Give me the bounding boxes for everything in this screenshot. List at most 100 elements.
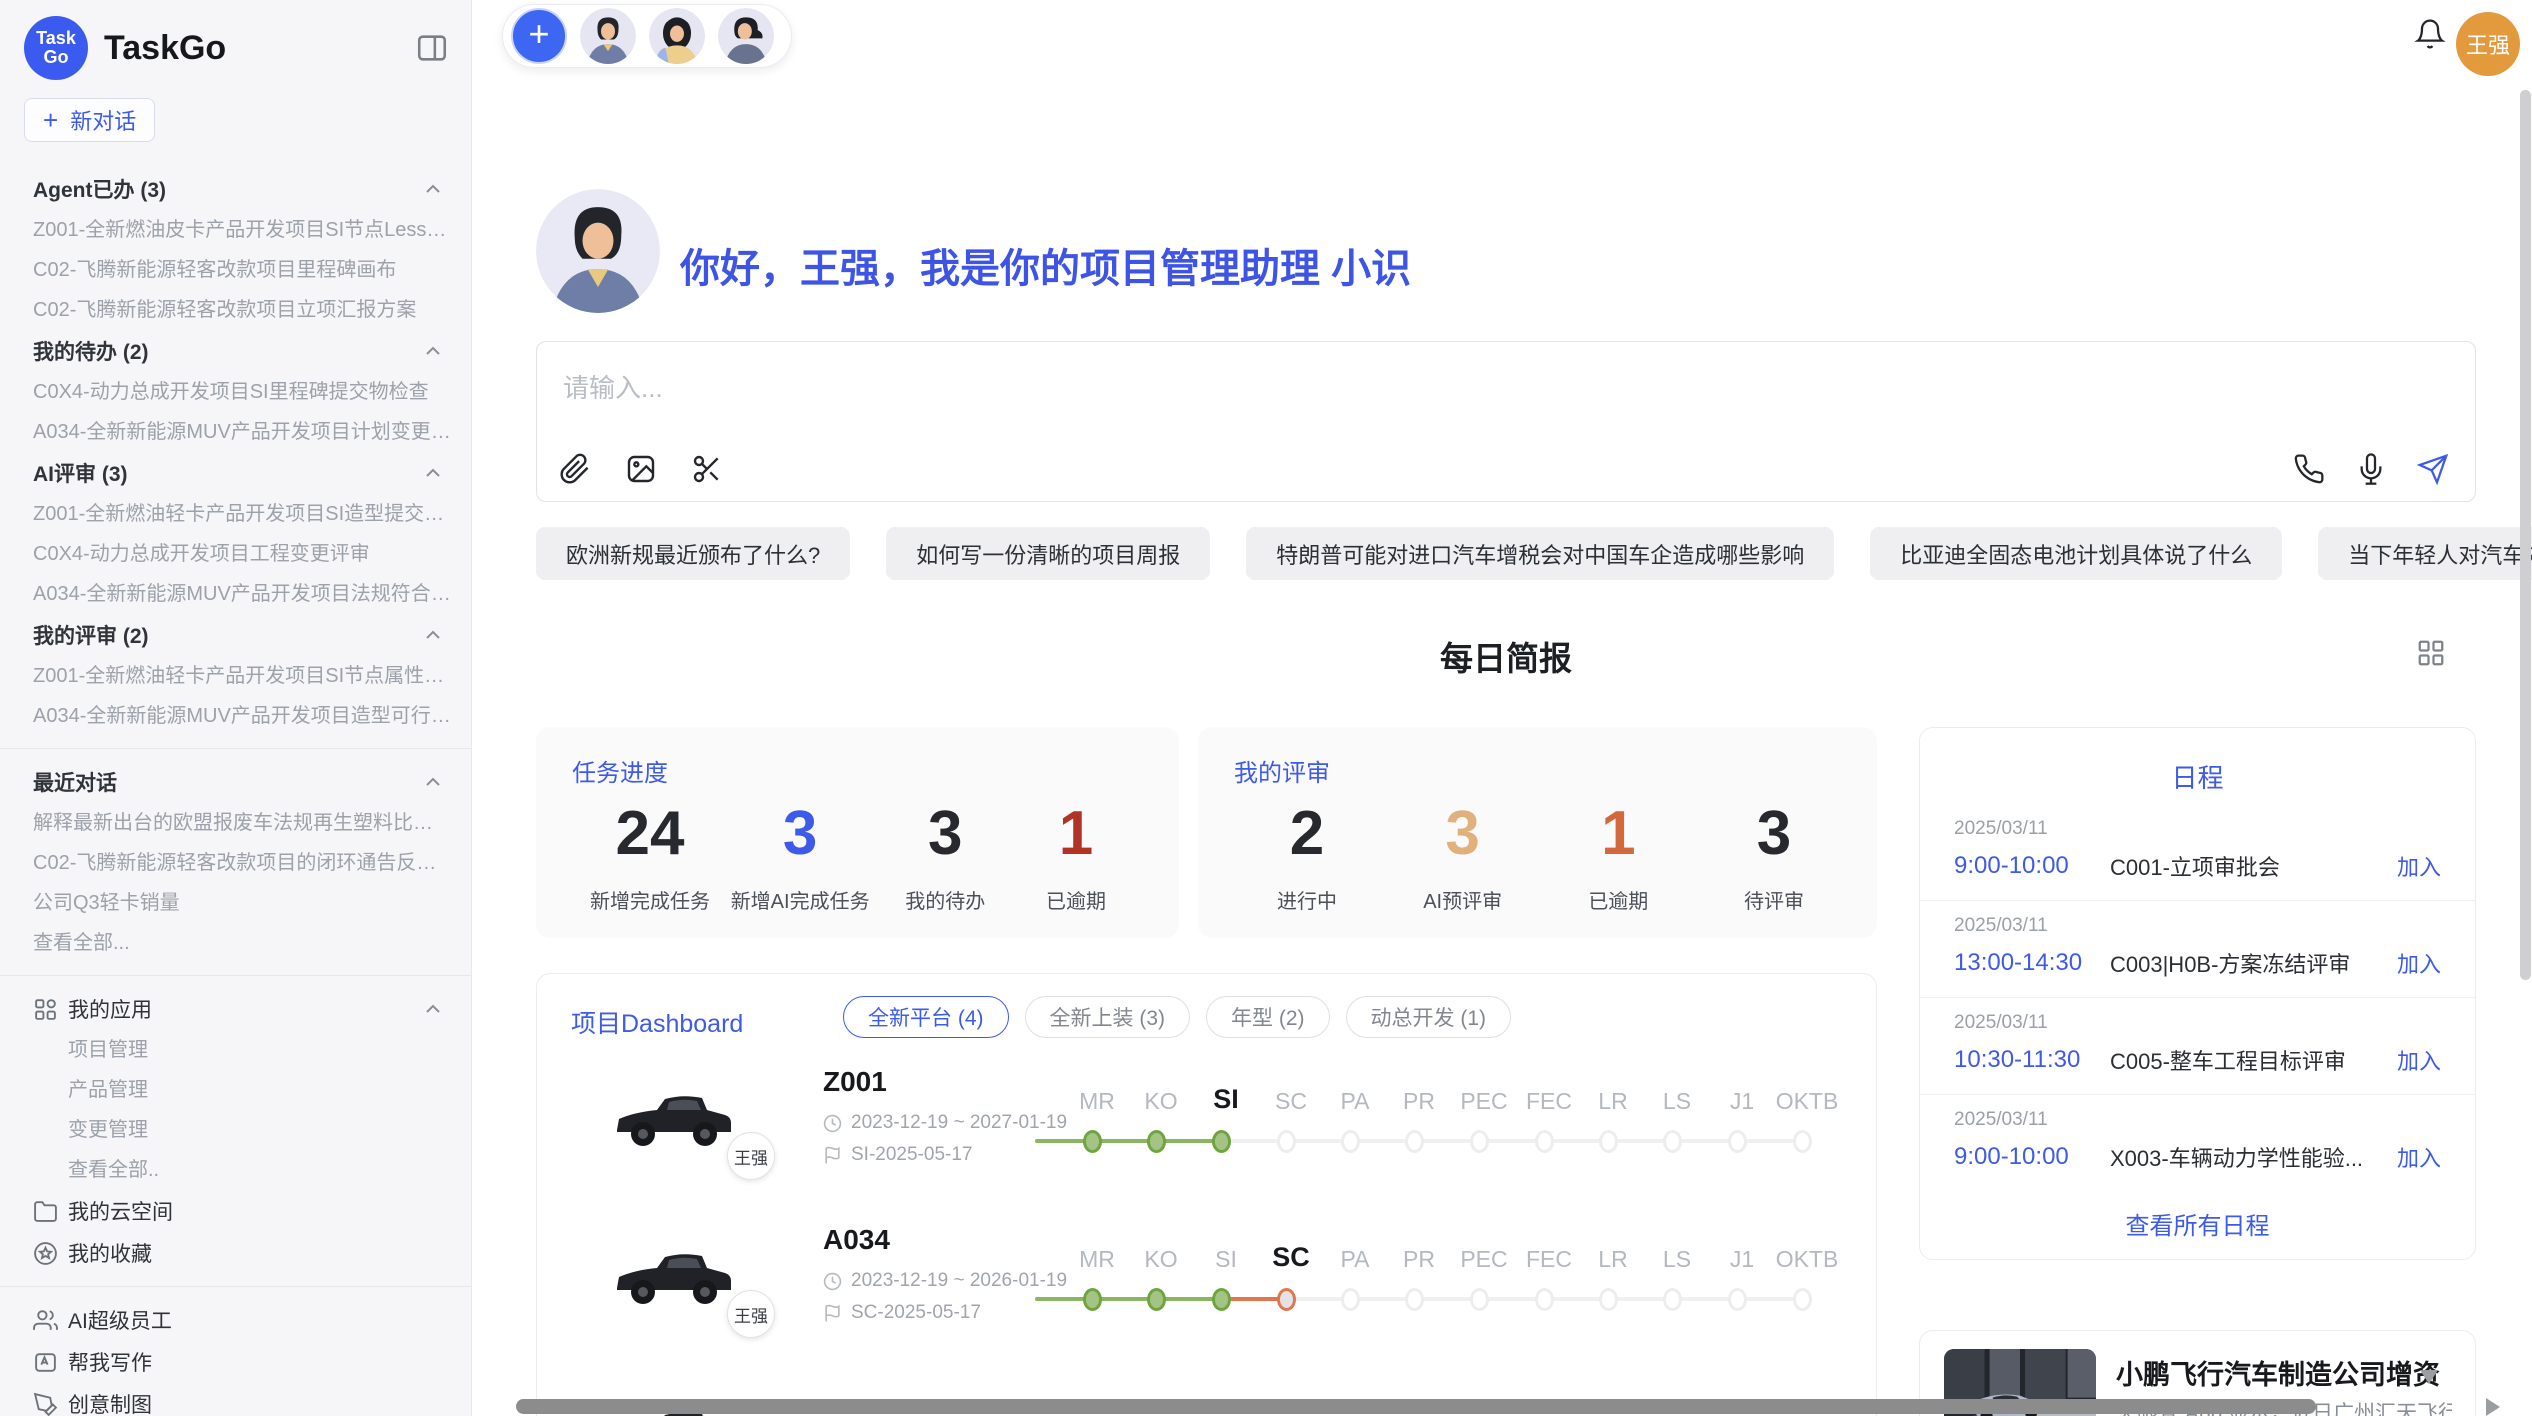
project-name[interactable]: A034 (823, 1224, 890, 1256)
join-meeting-link[interactable]: 加入 (2397, 1044, 2441, 1076)
schedule-item[interactable]: 2025/03/11 9:00-10:00 C001-立项审批会 加入 (1920, 804, 2475, 901)
sidebar-item-creative-draw[interactable]: 创意制图 (0, 1383, 471, 1416)
join-meeting-link[interactable]: 加入 (2397, 947, 2441, 979)
recent-chat-item[interactable]: C02-飞腾新能源轻客改款项目的闭环通告反馈情况 (0, 843, 471, 883)
sidebar-item[interactable]: A034-全新新能源MUV产品开发项目造型可行性评审 (0, 696, 471, 736)
milestone-node-current[interactable] (1212, 1130, 1231, 1153)
agent-avatar-1[interactable] (580, 8, 636, 64)
app-logo[interactable]: Task Go (24, 16, 88, 80)
section-header-agent-done[interactable]: Agent已办 (3) (0, 168, 471, 210)
project-name[interactable]: Z001 (823, 1066, 887, 1098)
milestone-node-done[interactable] (1147, 1288, 1166, 1311)
suggestion-chip[interactable]: 当下年轻人对汽车外观有怎样的喜好趋势 (2318, 527, 2532, 580)
user-avatar[interactable]: 王强 (2456, 12, 2520, 76)
sidebar-item[interactable]: C02-飞腾新能源轻客改款项目里程碑画布 (0, 250, 471, 290)
milestone-node-pending[interactable] (1599, 1130, 1618, 1153)
milestone-node-pending[interactable] (1663, 1288, 1682, 1311)
schedule-item[interactable]: 2025/03/11 10:30-11:30 C005-整车工程目标评审 加入 (1920, 998, 2475, 1095)
phone-icon[interactable] (2293, 453, 2325, 485)
sidebar-item-ai-super-staff[interactable]: AI超级员工 (0, 1299, 471, 1341)
task-progress-card: 任务进度 24 新增完成任务 3 新增AI完成任务 3 我的待办 1 已逾期 (536, 727, 1179, 938)
milestone-node-pending[interactable] (1341, 1288, 1360, 1311)
milestone-node-pending[interactable] (1277, 1130, 1296, 1153)
scissors-icon[interactable] (691, 453, 723, 485)
scroll-right-arrow-icon[interactable] (2486, 1398, 2500, 1416)
suggestion-chip[interactable]: 特朗普可能对进口汽车增税会对中国车企造成哪些影响 (1246, 527, 1834, 580)
suggestion-chip[interactable]: 比亚迪全固态电池计划具体说了什么 (1870, 527, 2282, 580)
new-chat-button[interactable]: + 新对话 (24, 98, 155, 142)
chat-input[interactable] (561, 364, 1965, 412)
sidebar-item[interactable]: A034-全新新能源MUV产品开发项目法规符合性评审 (0, 574, 471, 614)
milestone-node-pending[interactable] (1728, 1130, 1747, 1153)
sidebar-item-cloud-space[interactable]: 我的云空间 (0, 1190, 471, 1232)
vertical-scrollbar[interactable] (2520, 90, 2531, 980)
section-header-my-review[interactable]: 我的评审 (2) (0, 614, 471, 656)
suggestion-chip[interactable]: 如何写一份清晰的项目周报 (886, 527, 1210, 580)
sidebar-item[interactable]: Z001-全新燃油轻卡产品开发项目SI造型提交物评审 (0, 494, 471, 534)
suggestion-chip[interactable]: 欧洲新规最近颁布了什么? (536, 527, 850, 580)
milestone-node-pending[interactable] (1793, 1130, 1812, 1153)
view-all-schedule-link[interactable]: 查看所有日程 (1920, 1206, 2475, 1241)
recent-chat-item[interactable]: 公司Q3轻卡销量 (0, 883, 471, 923)
milestone-node-pending[interactable] (1470, 1288, 1489, 1311)
filter-new-body[interactable]: 全新上装 (3) (1025, 996, 1191, 1038)
agent-avatar-2[interactable] (649, 8, 705, 64)
microphone-icon[interactable] (2355, 453, 2387, 485)
project-owner-badge[interactable]: 王强 (727, 1132, 775, 1180)
sidebar-item[interactable]: Z001-全新燃油皮卡产品开发项目SI节点Lesson Learn报告 (0, 210, 471, 250)
sidebar-item[interactable]: C0X4-动力总成开发项目工程变更评审 (0, 534, 471, 574)
star-icon (33, 1241, 58, 1266)
milestone-node-pending[interactable] (1599, 1288, 1618, 1311)
project-vehicle-image (607, 1074, 737, 1164)
milestone-node-overdue[interactable] (1277, 1288, 1296, 1311)
milestone-node-done[interactable] (1147, 1130, 1166, 1153)
view-all-chats-link[interactable]: 查看全部... (0, 923, 471, 963)
sidebar-item[interactable]: C0X4-动力总成开发项目SI里程碑提交物检查 (0, 372, 471, 412)
section-header-recent-chats[interactable]: 最近对话 (0, 761, 471, 803)
scroll-down-arrow-icon[interactable] (2420, 1370, 2438, 1384)
sidebar-item[interactable]: A034-全新新能源MUV产品开发项目计划变更表编写 (0, 412, 471, 452)
filter-model-year[interactable]: 年型 (2) (1206, 996, 1330, 1038)
schedule-item[interactable]: 2025/03/11 9:00-10:00 X003-车辆动力学性能验... 加… (1920, 1095, 2475, 1191)
add-agent-button[interactable]: + (511, 8, 567, 64)
schedule-time: 13:00-14:30 (1954, 949, 2110, 977)
attachment-icon[interactable] (559, 453, 591, 485)
milestone-node-pending[interactable] (1405, 1288, 1424, 1311)
milestone-node-pending[interactable] (1405, 1130, 1424, 1153)
layout-grid-icon[interactable] (2416, 638, 2446, 668)
sidebar-item-my-apps[interactable]: 我的应用 (0, 988, 471, 1030)
milestone-node-pending[interactable] (1535, 1288, 1554, 1311)
milestone-node-pending[interactable] (1535, 1130, 1554, 1153)
milestone-node-done[interactable] (1212, 1288, 1231, 1311)
join-meeting-link[interactable]: 加入 (2397, 850, 2441, 882)
milestone-node-done[interactable] (1083, 1130, 1102, 1153)
view-all-apps-link[interactable]: 查看全部.. (0, 1150, 471, 1190)
app-link-product-mgmt[interactable]: 产品管理 (0, 1070, 471, 1110)
milestone-node-done[interactable] (1083, 1288, 1102, 1311)
section-header-my-todo[interactable]: 我的待办 (2) (0, 330, 471, 372)
recent-chat-item[interactable]: 解释最新出台的欧盟报废车法规再生塑料比例被调至15%... (0, 803, 471, 843)
milestone-node-pending[interactable] (1470, 1130, 1489, 1153)
sidebar-item-help-write[interactable]: 帮我写作 (0, 1341, 471, 1383)
sidebar-item-favorites[interactable]: 我的收藏 (0, 1232, 471, 1274)
sidebar-item[interactable]: C02-飞腾新能源轻客改款项目立项汇报方案 (0, 290, 471, 330)
agent-avatar-3[interactable] (718, 8, 774, 64)
app-link-project-mgmt[interactable]: 项目管理 (0, 1030, 471, 1070)
milestone-node-pending[interactable] (1728, 1288, 1747, 1311)
filter-powertrain[interactable]: 动总开发 (1) (1346, 996, 1512, 1038)
join-meeting-link[interactable]: 加入 (2397, 1141, 2441, 1173)
section-header-ai-review[interactable]: AI评审 (3) (0, 452, 471, 494)
milestone-node-pending[interactable] (1341, 1130, 1360, 1153)
milestone-node-pending[interactable] (1793, 1288, 1812, 1311)
image-icon[interactable] (625, 453, 657, 485)
app-link-change-mgmt[interactable]: 变更管理 (0, 1110, 471, 1150)
filter-all-new-platform[interactable]: 全新平台 (4) (843, 996, 1009, 1038)
project-owner-badge[interactable]: 王强 (727, 1290, 775, 1338)
sidebar-collapse-icon[interactable] (415, 31, 449, 65)
schedule-item[interactable]: 2025/03/11 13:00-14:30 C003|H0B-方案冻结评审 加… (1920, 901, 2475, 998)
notification-bell-icon[interactable] (2414, 18, 2446, 50)
send-icon[interactable] (2417, 453, 2449, 485)
sidebar-item[interactable]: Z001-全新燃油轻卡产品开发项目SI节点属性5D文件评审 (0, 656, 471, 696)
milestone-node-pending[interactable] (1663, 1130, 1682, 1153)
horizontal-scrollbar[interactable] (516, 1399, 2316, 1414)
